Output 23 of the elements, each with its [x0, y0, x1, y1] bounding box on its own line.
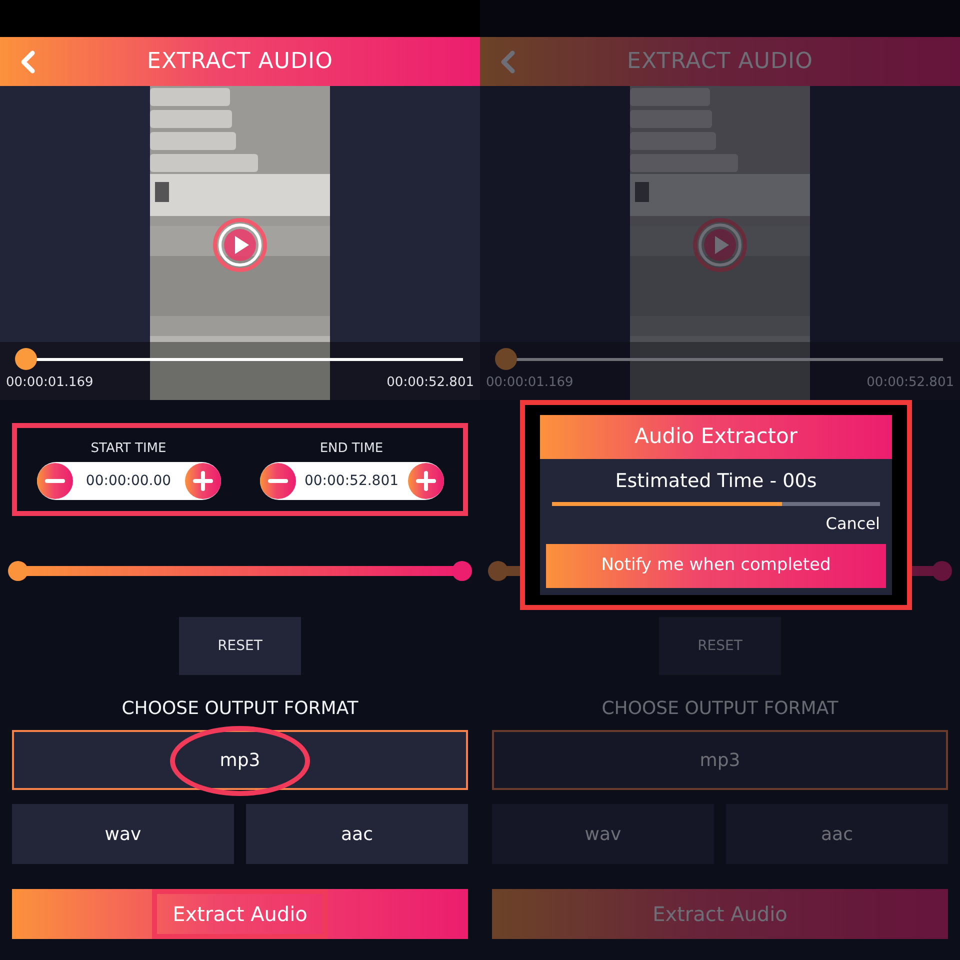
dialog-title: Audio Extractor [634, 423, 798, 450]
time-label: START TIME [90, 440, 166, 458]
format-option[interactable]: wav [12, 804, 234, 864]
current-time: 00:00:01.169 [6, 374, 94, 392]
screen-title: EXTRACT AUDIO [147, 48, 333, 76]
format-option[interactable]: mp3 [492, 730, 948, 790]
duration-time: 00:00:52.801 [866, 374, 954, 392]
section-heading: CHOOSE OUTPUT FORMAT [122, 697, 358, 721]
duration-time: 00:00:52.801 [386, 374, 474, 392]
extract-audio-button[interactable]: Extract Audio [12, 889, 468, 939]
reset-button[interactable]: RESET [179, 617, 301, 675]
format-option[interactable]: wav [492, 804, 714, 864]
time-field[interactable]: 00:00:52.801 [260, 462, 444, 500]
time-field[interactable]: 00:00:00.00 [36, 462, 220, 500]
format-option[interactable]: aac [246, 804, 468, 864]
time-label: END TIME [320, 440, 384, 458]
notify-button[interactable]: Notify me when completed [546, 544, 886, 588]
section-heading: CHOOSE OUTPUT FORMAT [602, 697, 838, 721]
estimated-time: Estimated Time - 00s [615, 469, 817, 494]
format-option[interactable]: aac [726, 804, 948, 864]
screen-title: EXTRACT AUDIO [627, 48, 813, 76]
current-time: 00:00:01.169 [486, 374, 574, 392]
cancel-button[interactable]: Cancel [826, 512, 880, 536]
